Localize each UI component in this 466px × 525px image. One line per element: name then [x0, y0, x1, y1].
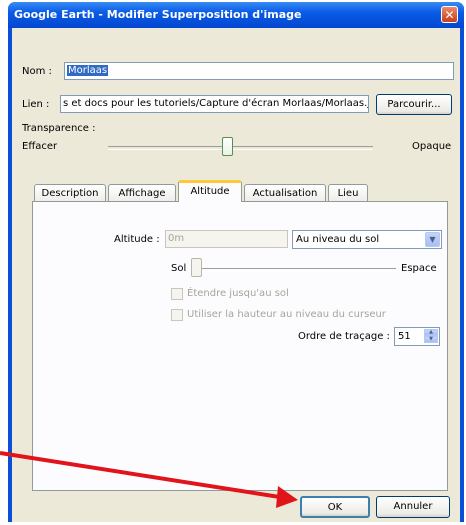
name-input[interactable]: Morlaas	[64, 62, 454, 80]
dialog-body: Nom : Morlaas Lien : s et docs pour les …	[12, 28, 460, 522]
transparency-slider-thumb[interactable]	[222, 137, 233, 156]
cursor-height-label: Utiliser la hauteur au niveau du curseur	[187, 309, 386, 320]
browse-button[interactable]: Parcourir...	[376, 94, 452, 115]
draw-order-value: 51	[398, 331, 411, 342]
title-bar[interactable]: Google Earth - Modifier Superposition d'…	[8, 2, 464, 28]
extend-to-ground-checkbox[interactable]	[171, 288, 183, 300]
altitude-input[interactable]: 0m	[165, 230, 288, 248]
transparency-min-label: Effacer	[22, 141, 58, 152]
name-input-value: Morlaas	[67, 65, 109, 76]
transparency-label: Transparence :	[22, 123, 96, 134]
transparency-max-label: Opaque	[412, 141, 452, 152]
link-input-value: s et docs pour les tutoriels/Capture d'é…	[63, 98, 369, 109]
window-title: Google Earth - Modifier Superposition d'…	[14, 8, 302, 21]
stepper-up-icon[interactable]: ▲	[424, 329, 438, 336]
dialog-window: Google Earth - Modifier Superposition d'…	[8, 2, 464, 522]
name-label: Nom :	[22, 66, 52, 77]
transparency-track[interactable]	[108, 146, 373, 150]
cursor-height-checkbox[interactable]	[171, 309, 183, 321]
link-label: Lien :	[22, 99, 50, 110]
draw-order-label: Ordre de traçage :	[298, 331, 390, 342]
extend-to-ground-label: Étendre jusqu'au sol	[187, 288, 289, 299]
altitude-placeholder: 0m	[168, 233, 185, 244]
altitude-mode-value: Au niveau du sol	[296, 234, 380, 245]
altitude-slider-min-label: Sol	[171, 263, 187, 274]
link-input[interactable]: s et docs pour les tutoriels/Capture d'é…	[60, 95, 369, 113]
altitude-slider-thumb[interactable]	[191, 258, 202, 277]
draw-order-stepper[interactable]: 51 ▲ ▼	[394, 327, 440, 346]
chevron-down-icon[interactable]: ▼	[425, 232, 440, 247]
cancel-button[interactable]: Annuler	[376, 496, 450, 518]
close-icon[interactable]: ✕	[441, 6, 458, 23]
ok-button[interactable]: OK	[300, 496, 370, 518]
stepper-buttons[interactable]: ▲ ▼	[424, 329, 438, 344]
altitude-label: Altitude :	[114, 234, 160, 245]
altitude-slider-max-label: Espace	[401, 263, 437, 274]
altitude-slider-track[interactable]	[191, 268, 396, 272]
tab-panel-altitude: Altitude : 0m Au niveau du sol ▼ Sol Esp…	[32, 201, 448, 491]
stepper-down-icon[interactable]: ▼	[424, 336, 438, 343]
altitude-mode-select[interactable]: Au niveau du sol ▼	[292, 230, 442, 249]
tab-altitude[interactable]: Altitude	[178, 180, 242, 202]
